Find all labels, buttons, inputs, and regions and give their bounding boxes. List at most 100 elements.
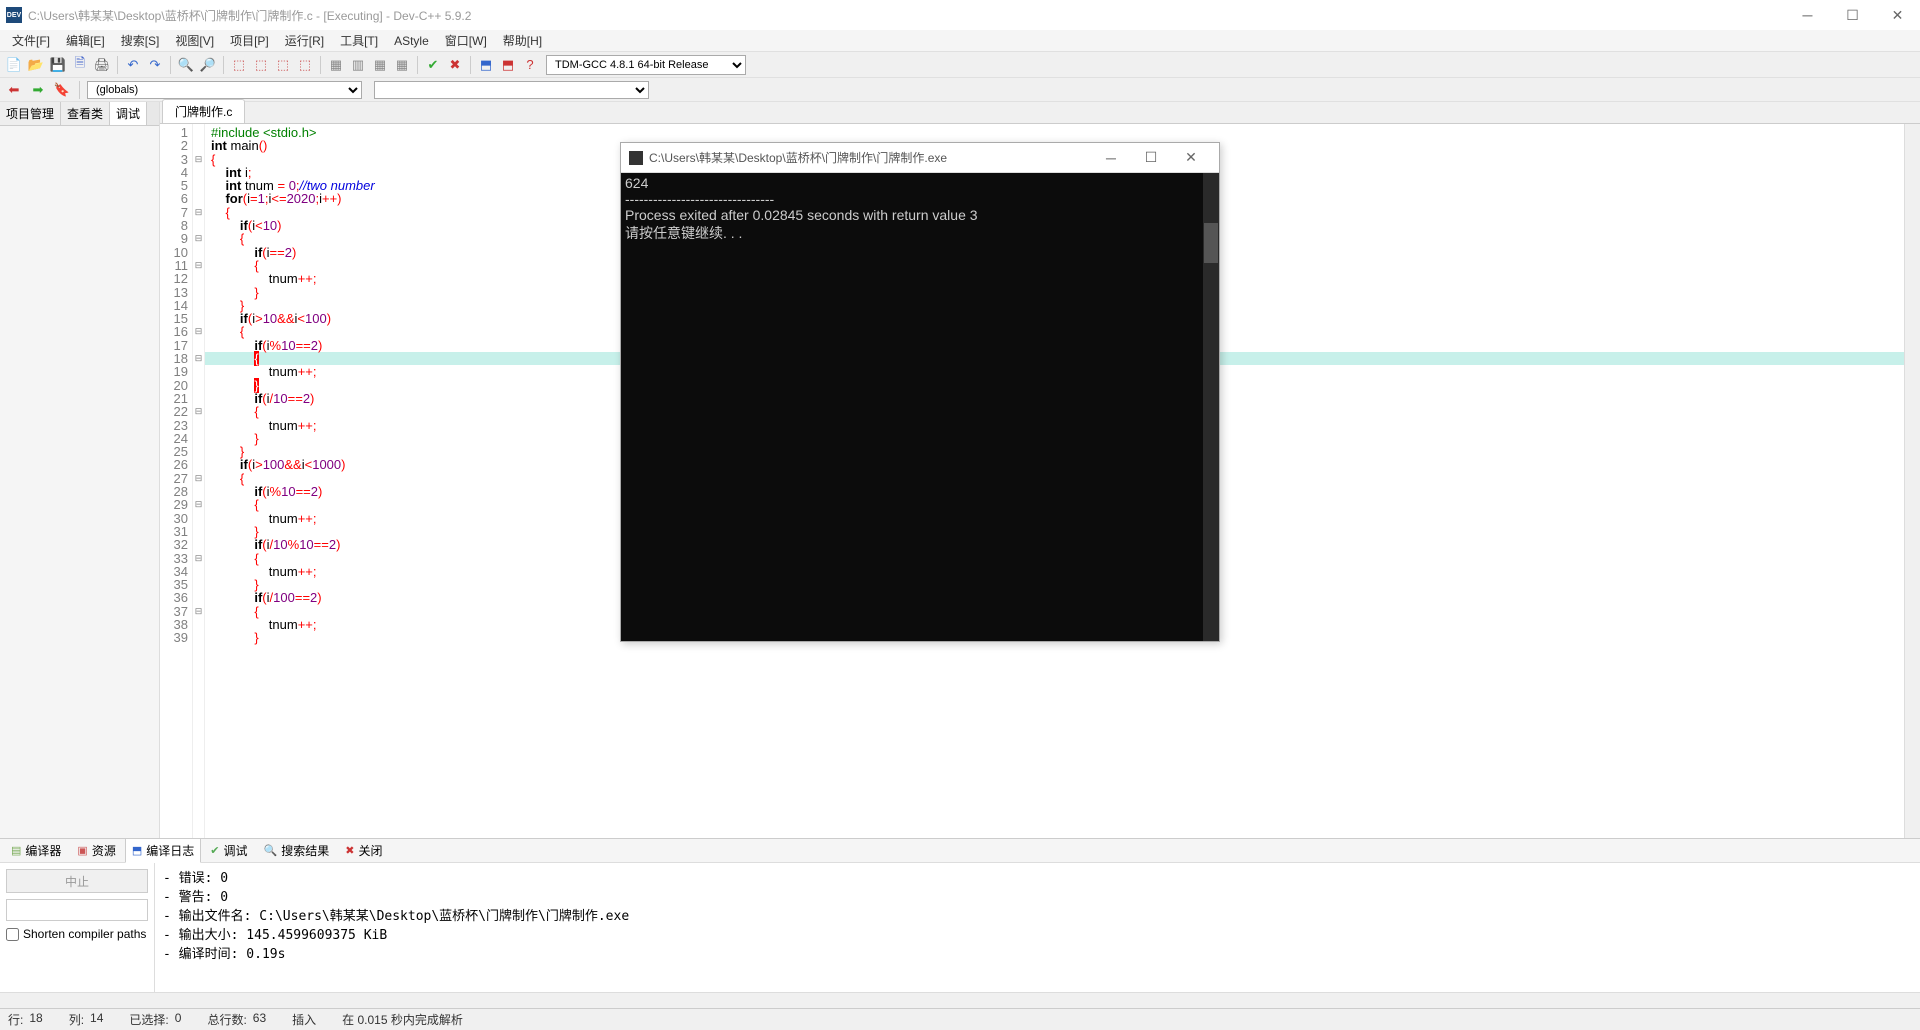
toolbar-button[interactable]: 💾 [48, 55, 68, 75]
menu-item[interactable]: 帮助[H] [495, 30, 550, 51]
toolbar-button[interactable]: ⬒ [476, 55, 496, 75]
left-panel: 项目管理查看类调试 [0, 102, 160, 838]
bottom-horizontal-scrollbar[interactable] [0, 992, 1920, 1008]
toolbar-button[interactable]: ✖ [445, 55, 465, 75]
toolbar-button[interactable]: 🖨 [92, 55, 112, 75]
toolbar-button[interactable]: 🔍 [176, 55, 196, 75]
menubar: 文件[F]编辑[E]搜索[S]视图[V]项目[P]运行[R]工具[T]AStyl… [0, 30, 1920, 52]
separator [320, 56, 321, 74]
shorten-paths-checkbox[interactable]: Shorten compiler paths [6, 927, 148, 941]
toolbar-button[interactable]: 📂 [26, 55, 46, 75]
bottom-tab[interactable]: ▤编译器 [4, 838, 68, 863]
compile-log[interactable]: - 错误: 0 - 警告: 0 - 输出文件名: C:\Users\韩某某\De… [155, 863, 1920, 992]
separator [117, 56, 118, 74]
console-titlebar[interactable]: C:\Users\韩某某\Desktop\蓝桥杯\门牌制作\门牌制作.exe ─… [621, 143, 1219, 173]
compiler-select[interactable]: TDM-GCC 4.8.1 64-bit Release [546, 55, 746, 75]
abort-button[interactable]: 中止 [6, 869, 148, 893]
tab-label: 调试 [223, 842, 247, 859]
left-tab[interactable]: 调试 [110, 102, 147, 125]
console-scroll-thumb[interactable] [1204, 223, 1218, 263]
tab-icon: ▣ [77, 844, 87, 857]
bottom-tab[interactable]: ✖ 关闭 [338, 838, 389, 863]
toolbar-button[interactable]: ▦ [370, 55, 390, 75]
toolbar-button[interactable]: ↶ [123, 55, 143, 75]
toolbar-button[interactable]: ⬚ [251, 55, 271, 75]
toolbar-button[interactable]: ✔ [423, 55, 443, 75]
bottom-panel: ▤编译器 ▣ 资源 ⬒ 编译日志 ✔ 调试 🔍搜索结果 ✖ 关闭 中止 Shorten compi… [0, 838, 1920, 1008]
bottom-tabs: ▤编译器 ▣ 资源 ⬒ 编译日志 ✔ 调试 🔍搜索结果 ✖ 关闭 [0, 839, 1920, 863]
toolbar-button[interactable]: ? [520, 55, 540, 75]
menu-item[interactable]: 搜索[S] [113, 30, 168, 51]
tab-icon: ⬒ [132, 844, 142, 857]
console-close-button[interactable]: ✕ [1171, 149, 1211, 166]
nav-back-icon[interactable]: ⬅ [4, 80, 24, 100]
line-number-gutter: 1234567891011121314151617181920212223242… [160, 124, 193, 838]
maximize-button[interactable]: ☐ [1830, 0, 1875, 30]
toolbar-button[interactable]: 🔎 [198, 55, 218, 75]
tab-label: 编译日志 [146, 842, 194, 859]
bookmark-icon[interactable]: 🔖 [52, 80, 72, 100]
tab-icon: ✔ [210, 844, 219, 857]
toolbar-button[interactable]: ⬚ [273, 55, 293, 75]
toolbar-button[interactable]: 🗎 [70, 55, 90, 75]
console-output[interactable]: 624 -------------------------------- Pro… [621, 173, 1219, 641]
status-col: 列: 14 [69, 1011, 104, 1028]
toolbar-button[interactable]: 📄 [4, 55, 24, 75]
tab-icon: 🔍 [264, 844, 278, 857]
menu-item[interactable]: 视图[V] [167, 30, 222, 51]
console-text: 624 -------------------------------- Pro… [625, 175, 1215, 243]
separator [223, 56, 224, 74]
status-line: 行: 18 [8, 1011, 43, 1028]
tab-label: 编译器 [25, 842, 61, 859]
separator [470, 56, 471, 74]
function-select[interactable] [374, 81, 649, 99]
status-total-lines: 总行数: 63 [207, 1011, 266, 1028]
editor-tab-active[interactable]: 门牌制作.c [162, 99, 245, 123]
scope-select[interactable]: (globals) [87, 81, 362, 99]
toolbar-button[interactable]: ▥ [348, 55, 368, 75]
window-controls: ─ ☐ ✕ [1785, 0, 1920, 30]
separator [79, 81, 80, 99]
toolbar-button[interactable]: ⬒ [498, 55, 518, 75]
bottom-tab[interactable]: ▣ 资源 [70, 838, 122, 863]
console-title-text: C:\Users\韩某某\Desktop\蓝桥杯\门牌制作\门牌制作.exe [649, 149, 1091, 166]
left-tab[interactable]: 查看类 [61, 102, 110, 125]
console-minimize-button[interactable]: ─ [1091, 150, 1131, 166]
tab-icon: ✖ [345, 844, 354, 857]
bottom-tab[interactable]: ⬒ 编译日志 [125, 838, 201, 863]
console-scrollbar[interactable] [1203, 173, 1219, 641]
tab-label: 资源 [92, 842, 116, 859]
console-maximize-button[interactable]: ☐ [1131, 149, 1171, 166]
statusbar: 行: 18 列: 14 已选择: 0 总行数: 63 插入 在 0.015 秒内… [0, 1008, 1920, 1030]
menu-item[interactable]: 项目[P] [222, 30, 277, 51]
tab-label: 搜索结果 [281, 842, 329, 859]
shorten-paths-check[interactable] [6, 928, 19, 941]
toolbar-button[interactable]: ▦ [326, 55, 346, 75]
nav-fwd-icon[interactable]: ➡ [28, 80, 48, 100]
menu-item[interactable]: 文件[F] [4, 30, 58, 51]
menu-item[interactable]: 工具[T] [332, 30, 386, 51]
toolbar-button[interactable]: ▦ [392, 55, 412, 75]
close-button[interactable]: ✕ [1875, 0, 1920, 30]
secondary-toolbar: ⬅ ➡ 🔖 (globals) [0, 78, 1920, 102]
menu-item[interactable]: 运行[R] [277, 30, 332, 51]
bottom-body: 中止 Shorten compiler paths - 错误: 0 - 警告: … [0, 863, 1920, 992]
status-insert-mode: 插入 [292, 1011, 316, 1028]
menu-item[interactable]: 窗口[W] [437, 30, 495, 51]
bottom-tab[interactable]: ✔ 调试 [203, 838, 254, 863]
bottom-tab[interactable]: 🔍搜索结果 [257, 838, 337, 863]
menu-item[interactable]: AStyle [386, 32, 437, 50]
toolbar-button[interactable]: ↷ [145, 55, 165, 75]
vertical-scrollbar[interactable] [1904, 124, 1920, 838]
fold-gutter[interactable]: ⊟⊟⊟⊟⊟⊟⊟⊟⊟⊟⊟ [193, 124, 205, 838]
separator [170, 56, 171, 74]
menu-item[interactable]: 编辑[E] [58, 30, 113, 51]
window-title: C:\Users\韩某某\Desktop\蓝桥杯\门牌制作\门牌制作.c - [… [28, 7, 471, 24]
compile-filter-input[interactable] [6, 899, 148, 921]
toolbar-button[interactable]: ⬚ [229, 55, 249, 75]
toolbar-button[interactable]: ⬚ [295, 55, 315, 75]
left-tab[interactable]: 项目管理 [0, 102, 61, 125]
tab-label: 关闭 [358, 842, 382, 859]
main-toolbar: 📄📂💾🗎🖨↶↷🔍🔎⬚⬚⬚⬚▦▥▦▦✔✖⬒⬒?TDM-GCC 4.8.1 64-b… [0, 52, 1920, 78]
minimize-button[interactable]: ─ [1785, 0, 1830, 30]
